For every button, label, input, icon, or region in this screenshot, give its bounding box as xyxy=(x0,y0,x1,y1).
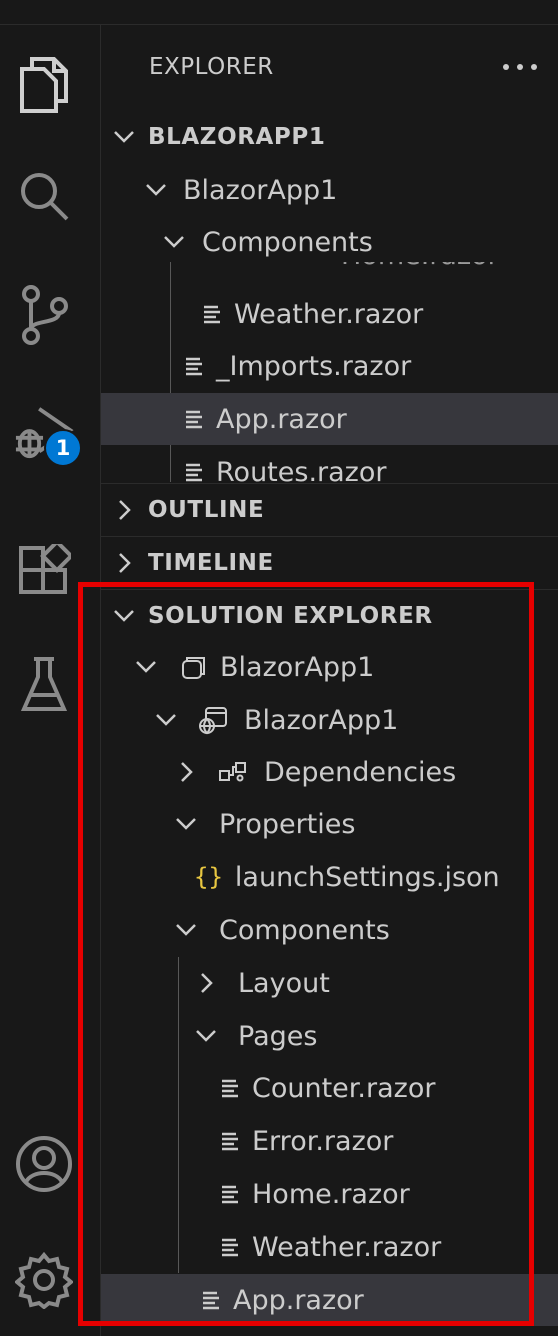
tree-file-routes-partial[interactable]: Routes.razor xyxy=(101,446,558,482)
tree-item-label: App.razor xyxy=(216,403,347,435)
tree-item-label: Components xyxy=(202,226,373,258)
section-title: BLAZORAPP1 xyxy=(148,124,326,150)
chevron-right-icon xyxy=(110,551,138,575)
file-lines-icon xyxy=(182,460,206,482)
debug-badge: 1 xyxy=(44,429,82,467)
pages-node[interactable]: Pages xyxy=(192,1010,532,1062)
tree-item-label: Error.razor xyxy=(252,1125,394,1157)
source-control-icon[interactable] xyxy=(14,285,74,345)
chevron-down-icon xyxy=(160,230,188,254)
file-lines-icon xyxy=(218,1129,242,1153)
chevron-right-icon xyxy=(110,498,138,522)
tree-item-label: Layout xyxy=(238,967,330,999)
tree-item-label: BlazorApp1 xyxy=(244,704,399,736)
chevron-down-icon xyxy=(172,812,200,836)
search-icon[interactable] xyxy=(14,166,74,226)
indent-guide xyxy=(178,957,179,1273)
layout-node[interactable]: Layout xyxy=(192,957,532,1009)
chevron-down-icon xyxy=(192,1024,220,1048)
chevron-down-icon xyxy=(142,178,170,202)
file-lines-icon xyxy=(218,1076,242,1100)
file-lines-icon xyxy=(218,1235,242,1259)
project-node[interactable]: BlazorApp1 xyxy=(152,694,532,746)
properties-node[interactable]: Properties xyxy=(172,798,532,850)
extensions-icon[interactable] xyxy=(14,541,74,601)
tree-item-label: Weather.razor xyxy=(234,298,424,330)
tree-file-weather[interactable]: Weather.razor xyxy=(200,288,558,340)
files-icon[interactable] xyxy=(14,55,74,115)
error-file[interactable]: Error.razor xyxy=(218,1115,532,1167)
solution-node[interactable]: BlazorApp1 xyxy=(132,641,532,693)
tree-file-app-selected[interactable]: App.razor xyxy=(101,393,558,445)
file-lines-icon xyxy=(182,407,206,431)
tree-item-label: BlazorApp1 xyxy=(220,651,375,683)
solution-icon xyxy=(180,654,206,680)
web-project-icon xyxy=(198,705,228,735)
launch-settings-file[interactable]: {} launchSettings.json xyxy=(194,851,532,903)
dependencies-icon xyxy=(218,761,248,783)
section-workspace[interactable]: BLAZORAPP1 xyxy=(110,111,558,163)
tree-item-label: Components xyxy=(219,914,390,946)
title-bar-edge xyxy=(0,0,558,25)
explorer-title: EXPLORER xyxy=(149,54,274,80)
tree-item-label: App.razor xyxy=(233,1284,364,1316)
section-timeline[interactable]: TIMELINE xyxy=(110,537,558,589)
tree-item-label: Home.razor xyxy=(252,1178,410,1210)
components-node[interactable]: Components xyxy=(172,904,532,956)
chevron-right-icon xyxy=(192,971,220,995)
tree-item-label: Weather.razor xyxy=(252,1231,442,1263)
file-lines-icon xyxy=(218,1182,242,1206)
section-solution-explorer[interactable]: SOLUTION EXPLORER xyxy=(110,590,558,642)
tree-folder-components[interactable]: Components xyxy=(160,216,558,268)
account-icon[interactable] xyxy=(14,1134,74,1194)
chevron-down-icon xyxy=(110,125,138,149)
counter-file[interactable]: Counter.razor xyxy=(218,1062,532,1114)
dependencies-node[interactable]: Dependencies xyxy=(172,746,532,798)
tree-item-label: Pages xyxy=(238,1020,318,1052)
settings-gear-icon[interactable] xyxy=(14,1250,74,1310)
app-file-selected[interactable]: App.razor xyxy=(101,1274,558,1326)
json-file-icon: {} xyxy=(194,863,223,891)
home-file[interactable]: Home.razor xyxy=(218,1168,532,1220)
weather-file[interactable]: Weather.razor xyxy=(218,1221,532,1273)
chevron-down-icon xyxy=(110,604,138,628)
tree-item-label: Home.razor xyxy=(341,262,499,271)
section-outline[interactable]: OUTLINE xyxy=(110,484,558,536)
file-lines-icon xyxy=(199,1288,223,1312)
tree-item-label: Routes.razor xyxy=(216,456,387,483)
tree-item-label: Properties xyxy=(219,808,356,840)
tree-item-label: launchSettings.json xyxy=(234,861,500,893)
file-lines-icon xyxy=(182,354,206,378)
section-title: TIMELINE xyxy=(148,550,274,576)
activity-bar xyxy=(0,25,101,1336)
section-title: OUTLINE xyxy=(148,497,265,523)
tree-folder-blazorapp1[interactable]: BlazorApp1 xyxy=(142,164,558,216)
section-title: SOLUTION EXPLORER xyxy=(148,603,433,629)
tree-file-imports[interactable]: _Imports.razor xyxy=(182,340,558,392)
more-actions-icon[interactable] xyxy=(500,52,540,82)
chevron-right-icon xyxy=(172,760,200,784)
tree-item-label: Dependencies xyxy=(264,756,457,788)
file-lines-icon xyxy=(200,302,224,326)
tree-item-label: BlazorApp1 xyxy=(183,174,338,206)
testing-icon[interactable] xyxy=(14,655,74,715)
chevron-down-icon xyxy=(152,708,180,732)
tree-file-routes[interactable]: Routes.razor xyxy=(182,446,558,482)
tree-item-label: _Imports.razor xyxy=(216,350,412,382)
tree-item-label: Counter.razor xyxy=(252,1072,436,1104)
chevron-down-icon xyxy=(172,918,200,942)
chevron-down-icon xyxy=(132,655,160,679)
